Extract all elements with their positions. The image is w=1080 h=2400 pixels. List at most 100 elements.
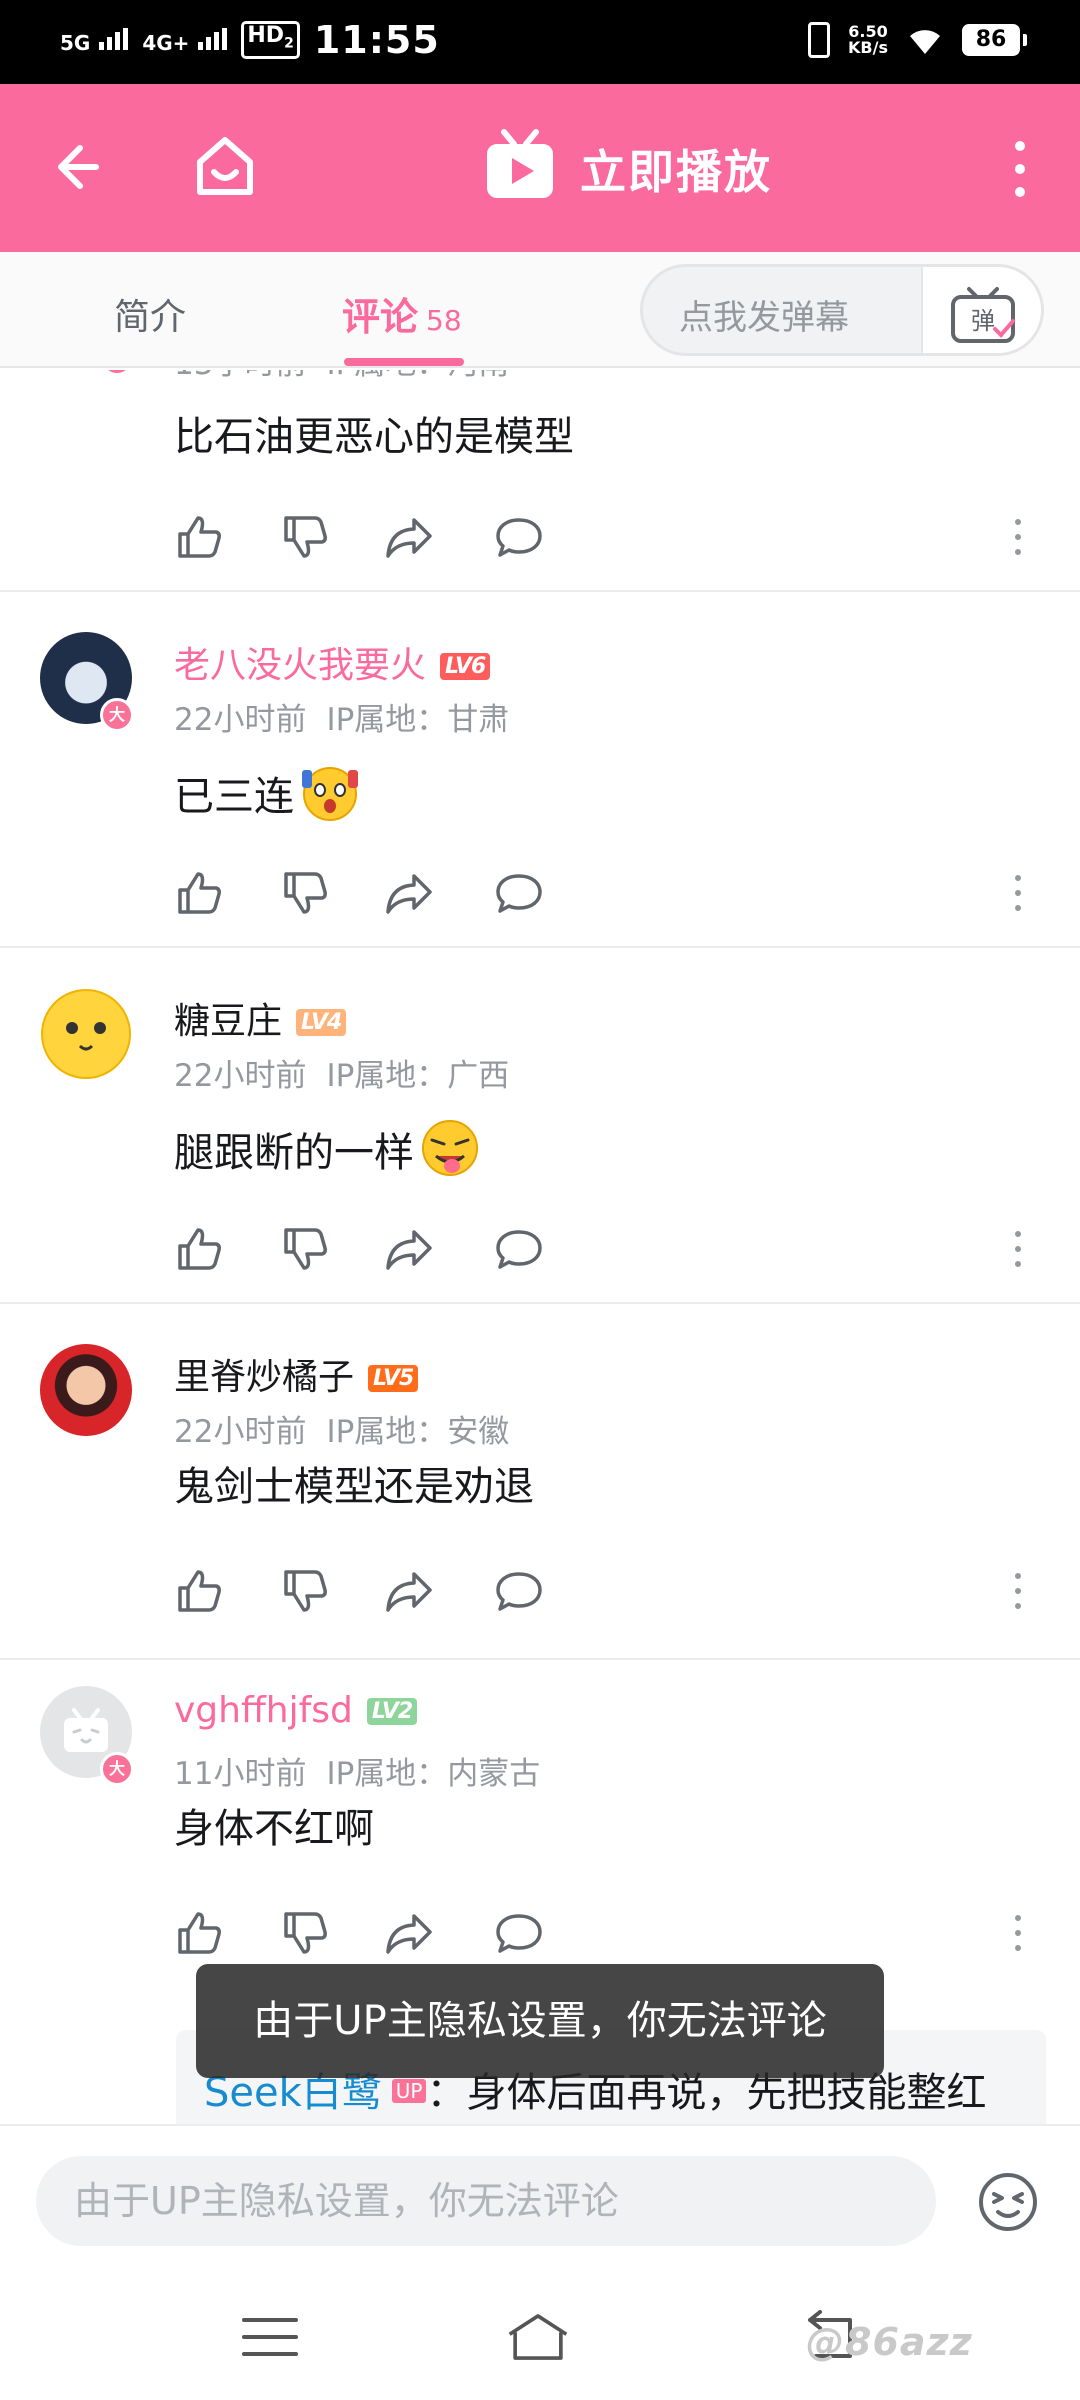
tab-comments-label: 评论 — [342, 295, 419, 339]
username[interactable]: vghffhjfsd LV2 — [174, 1690, 418, 1731]
reply-bubble-icon[interactable] — [494, 1224, 544, 1274]
comment-text: 鬼剑士模型还是劝退 — [174, 1464, 534, 1510]
back-arrow-icon[interactable] — [48, 132, 118, 202]
svg-text:弹: 弹 — [971, 307, 995, 335]
play-now-label[interactable]: 立即播放 — [580, 136, 772, 202]
comment-item: 大 老八没火我要火 LV6 22小时前 IP属地：甘肃 已三连 — [0, 592, 1080, 948]
top-bar: 立即播放 — [0, 84, 1080, 252]
thumbs-down-icon[interactable] — [280, 512, 330, 562]
emoji-face-icon[interactable] — [976, 2170, 1040, 2234]
comment-input[interactable] — [36, 2156, 936, 2246]
shocked-emoji-icon — [302, 767, 358, 821]
comment-meta: 11小时前 IP属地：内蒙古 — [174, 1748, 540, 1793]
thumbs-up-icon[interactable] — [174, 868, 224, 918]
reply-bubble-icon[interactable] — [494, 868, 544, 918]
comment-actions — [174, 868, 1034, 918]
battery-indicator: 86 — [962, 24, 1027, 56]
menu-icon[interactable] — [238, 2310, 302, 2364]
share-icon[interactable] — [384, 868, 434, 918]
wifi-icon — [910, 30, 940, 54]
hd-voice-indicator: HD2 — [241, 21, 300, 59]
vibrate-icon — [808, 22, 831, 58]
danmaku-toggle-button[interactable]: 弹 — [921, 267, 1041, 353]
username-text: 糖豆庄 — [174, 1001, 283, 1042]
thumbs-down-icon[interactable] — [280, 1224, 330, 1274]
active-tab-indicator — [344, 358, 464, 366]
home-icon[interactable] — [190, 130, 260, 200]
comment-more-icon[interactable] — [1008, 512, 1028, 562]
comment-meta: 13小时前 IP属地：河南 — [174, 370, 509, 383]
privacy-toast: 由于UP主隐私设置，你无法评论 — [196, 1964, 884, 2078]
thumbs-up-icon[interactable] — [174, 1566, 224, 1616]
network-speed: 6.50 KB/s — [848, 24, 888, 56]
comment-list[interactable]: 大 13小时前 IP属地：河南 比石油更恶心的是模型 大 老八没火我要火 LV6 2… — [0, 370, 1080, 2120]
network-5g-indicator: 5G — [60, 27, 129, 53]
reply-bubble-icon[interactable] — [494, 1566, 544, 1616]
thumbs-down-icon[interactable] — [280, 1566, 330, 1616]
reply-bubble-icon[interactable] — [494, 1908, 544, 1958]
danmaku-icon: 弹 — [951, 287, 1015, 343]
home-nav-icon[interactable] — [506, 2310, 570, 2364]
username[interactable]: 老八没火我要火 LV6 — [174, 636, 491, 688]
up-badge: UP — [391, 2079, 427, 2103]
comment-item: 糖豆庄 LV4 22小时前 IP属地：广西 腿跟断的一样 — [0, 948, 1080, 1304]
tab-bar: 简介 评论 58 点我发弹幕 弹 — [0, 252, 1080, 368]
share-icon[interactable] — [384, 1908, 434, 1958]
comment-text: 腿跟断的一样 — [174, 1116, 482, 1180]
comment-input-bar — [0, 2124, 1080, 2274]
vip-badge: 大 — [100, 370, 134, 376]
comment-time: 22小时前 — [174, 1414, 307, 1450]
network-4g-indicator: 4G+ — [142, 27, 228, 55]
ip-location: IP属地：甘肃 — [326, 702, 510, 738]
thumbs-down-icon[interactable] — [280, 868, 330, 918]
comment-actions — [174, 1566, 1034, 1616]
tab-intro[interactable]: 简介 — [114, 288, 186, 340]
ip-location: IP属地：广西 — [326, 1058, 510, 1094]
username-text: 老八没火我要火 — [174, 645, 427, 686]
network-speed-unit: KB/s — [848, 38, 888, 57]
comment-actions — [174, 1908, 1034, 1958]
comment-time: 22小时前 — [174, 1058, 307, 1094]
avatar[interactable] — [40, 988, 132, 1080]
comment-item: 里脊炒橘子 LV5 22小时前 IP属地：安徽 鬼剑士模型还是劝退 — [0, 1304, 1080, 1660]
comment-time: 13小时前 — [174, 370, 306, 382]
tab-comments[interactable]: 评论 58 — [342, 286, 462, 341]
username[interactable]: 糖豆庄 LV4 — [174, 992, 347, 1044]
comment-more-icon[interactable] — [1008, 1908, 1028, 1958]
comment-more-icon[interactable] — [1008, 868, 1028, 918]
username[interactable]: 里脊炒橘子 LV5 — [174, 1348, 419, 1400]
thumbs-up-icon[interactable] — [174, 512, 224, 562]
comment-more-icon[interactable] — [1008, 1224, 1028, 1274]
comment-meta: 22小时前 IP属地：甘肃 — [174, 694, 509, 739]
tv-play-icon[interactable] — [484, 128, 556, 204]
comment-time: 22小时前 — [174, 702, 307, 738]
avatar[interactable] — [40, 1344, 132, 1436]
comment-item: 大 13小时前 IP属地：河南 比石油更恶心的是模型 — [0, 370, 1080, 592]
vip-badge: 大 — [100, 698, 134, 732]
share-icon[interactable] — [384, 512, 434, 562]
comment-text-content: 腿跟断的一样 — [174, 1130, 414, 1176]
comment-actions — [174, 512, 1034, 562]
more-vertical-icon[interactable] — [1000, 134, 1040, 204]
ip-location: IP属地：安徽 — [326, 1414, 510, 1450]
share-icon[interactable] — [384, 1566, 434, 1616]
username-text: vghffhjfsd — [174, 1690, 353, 1731]
danmaku-input[interactable]: 点我发弹幕 弹 — [640, 264, 1044, 356]
network-4g-label: 4G+ — [142, 30, 190, 55]
system-nav-bar: @86azz — [0, 2274, 1080, 2400]
username-text: 里脊炒橘子 — [174, 1357, 355, 1398]
thumbs-down-icon[interactable] — [280, 1908, 330, 1958]
vip-badge: 大 — [100, 1752, 134, 1786]
tongue-emoji-icon — [422, 1120, 478, 1176]
comment-count: 58 — [426, 304, 462, 337]
thumbs-up-icon[interactable] — [174, 1908, 224, 1958]
comment-text: 身体不红啊 — [174, 1806, 374, 1852]
reply-bubble-icon[interactable] — [494, 512, 544, 562]
comment-more-icon[interactable] — [1008, 1566, 1028, 1616]
status-bar: 5G 4G+ HD2 11:55 6.50 KB/s 86 — [0, 0, 1080, 84]
comment-text: 比石油更恶心的是模型 — [174, 414, 574, 460]
level-badge: LV6 — [440, 653, 491, 680]
thumbs-up-icon[interactable] — [174, 1224, 224, 1274]
share-icon[interactable] — [384, 1224, 434, 1274]
level-badge: LV5 — [368, 1365, 419, 1392]
